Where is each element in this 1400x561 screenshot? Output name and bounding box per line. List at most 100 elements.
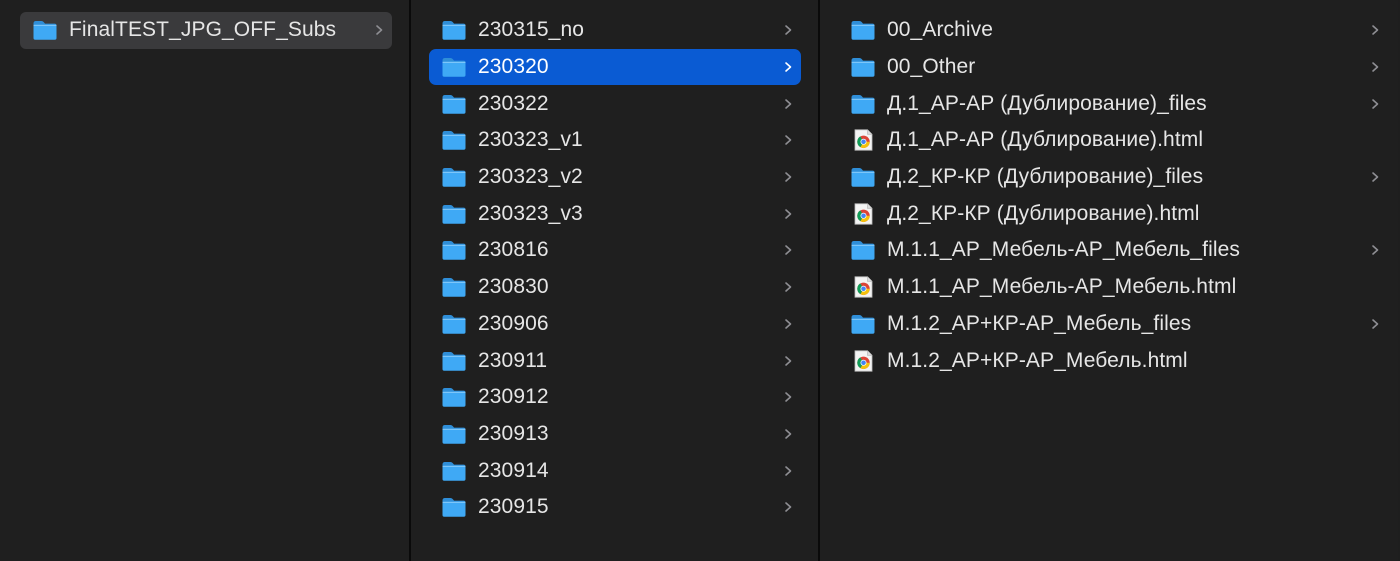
folder-row[interactable]: 230830 <box>429 269 801 306</box>
chevron-right-icon <box>781 207 795 221</box>
folder-icon <box>441 350 467 372</box>
folder-row[interactable]: 230915 <box>429 489 801 526</box>
folder-row[interactable]: 230315_no <box>429 12 801 49</box>
folder-row[interactable]: 230912 <box>429 379 801 416</box>
finder-column-view: FinalTEST_JPG_OFF_Subs 230315_no 230320 23… <box>0 0 1400 561</box>
folder-icon <box>441 460 467 482</box>
file-row[interactable]: М.1.1_АР_Мебель-АР_Мебель.html <box>838 269 1388 306</box>
item-label: 230913 <box>478 421 549 445</box>
chevron-right-icon <box>781 133 795 147</box>
column-2[interactable]: 230315_no 230320 230322 230323_v1 230323_v2 2… <box>411 0 820 561</box>
folder-row[interactable]: 230320 <box>429 48 801 86</box>
item-label: Д.1_АР-АР (Дублирование).html <box>887 128 1204 152</box>
chevron-right-icon <box>372 23 386 37</box>
folder-icon <box>850 56 876 78</box>
chevron-right-icon <box>781 427 795 441</box>
item-label: 00_Archive <box>887 18 994 42</box>
chevron-right-icon <box>781 23 795 37</box>
item-label: 230323_v1 <box>478 128 583 152</box>
file-row[interactable]: М.1.2_АР+КР-АР_Мебель.html <box>838 342 1388 379</box>
item-label: Д.1_АР-АР (Дублирование)_files <box>887 91 1207 115</box>
folder-icon <box>441 19 467 41</box>
folder-icon <box>850 93 876 115</box>
chevron-right-icon <box>1368 317 1382 331</box>
folder-row[interactable]: 230323_v3 <box>429 195 801 232</box>
chevron-right-icon <box>1368 23 1382 37</box>
folder-row[interactable]: FinalTEST_JPG_OFF_Subs <box>20 12 392 49</box>
chevron-right-icon <box>781 243 795 257</box>
column-1[interactable]: FinalTEST_JPG_OFF_Subs <box>0 0 411 561</box>
folder-row[interactable]: М.1.1_АР_Мебель-АР_Мебель_files <box>838 232 1388 269</box>
item-label: 00_Other <box>887 55 976 79</box>
item-label: М.1.2_АР+КР-АР_Мебель.html <box>887 348 1188 372</box>
folder-icon <box>441 56 467 78</box>
item-label: 230906 <box>478 311 549 335</box>
folder-icon <box>32 19 58 41</box>
chrome-html-file-icon <box>850 276 876 298</box>
file-row[interactable]: Д.2_КР-КР (Дублирование).html <box>838 195 1388 232</box>
column-3[interactable]: 00_Archive 00_Other Д.1_АР-АР (Дублировани… <box>820 0 1398 561</box>
chevron-right-icon <box>781 60 795 74</box>
chevron-right-icon <box>1368 243 1382 257</box>
folder-icon <box>441 313 467 335</box>
item-label: Д.2_КР-КР (Дублирование)_files <box>887 165 1204 189</box>
folder-row[interactable]: 00_Other <box>838 49 1388 86</box>
chevron-right-icon <box>781 500 795 514</box>
item-label: 230315_no <box>478 18 585 42</box>
folder-icon <box>441 129 467 151</box>
folder-icon <box>441 166 467 188</box>
folder-row[interactable]: Д.2_КР-КР (Дублирование)_files <box>838 159 1388 196</box>
item-label: Д.2_КР-КР (Дублирование).html <box>887 201 1200 225</box>
file-row[interactable]: Д.1_АР-АР (Дублирование).html <box>838 122 1388 159</box>
chrome-html-file-icon <box>850 129 876 152</box>
chrome-html-file-icon <box>850 203 876 225</box>
folder-row[interactable]: 230816 <box>429 232 801 269</box>
folder-icon <box>850 19 876 41</box>
folder-icon <box>441 276 467 298</box>
folder-icon <box>441 239 467 261</box>
folder-icon <box>441 386 467 408</box>
folder-icon <box>441 423 467 445</box>
item-label: 230915 <box>478 495 549 519</box>
chevron-right-icon <box>781 464 795 478</box>
folder-icon <box>441 203 467 225</box>
folder-row[interactable]: М.1.2_АР+КР-АР_Мебель_files <box>838 306 1388 343</box>
folder-icon <box>441 496 467 518</box>
folder-row[interactable]: 230914 <box>429 452 801 489</box>
chevron-right-icon <box>781 354 795 368</box>
folder-row[interactable]: 230323_v1 <box>429 122 801 159</box>
item-label: 230816 <box>478 238 549 262</box>
chevron-right-icon <box>781 280 795 294</box>
item-label: 230323_v2 <box>478 165 583 189</box>
item-label: 230912 <box>478 385 549 409</box>
chevron-right-icon <box>1368 170 1382 184</box>
item-label: FinalTEST_JPG_OFF_Subs <box>69 18 337 42</box>
folder-row[interactable]: 00_Archive <box>838 12 1388 49</box>
item-label: М.1.2_АР+КР-АР_Мебель_files <box>887 311 1192 335</box>
chevron-right-icon <box>1368 60 1382 74</box>
folder-icon <box>850 313 876 335</box>
folder-row[interactable]: Д.1_АР-АР (Дублирование)_files <box>838 85 1388 122</box>
item-label: 230914 <box>478 458 549 482</box>
item-label: 230322 <box>478 91 549 115</box>
folder-row[interactable]: 230911 <box>429 342 801 379</box>
item-label: 230830 <box>478 275 549 299</box>
chevron-right-icon <box>781 170 795 184</box>
folder-row[interactable]: 230906 <box>429 306 801 343</box>
chevron-right-icon <box>781 97 795 111</box>
folder-icon <box>850 166 876 188</box>
item-label: М.1.1_АР_Мебель-АР_Мебель_files <box>887 238 1240 262</box>
folder-icon <box>850 239 876 261</box>
folder-row[interactable]: 230322 <box>429 85 801 122</box>
chevron-right-icon <box>1368 97 1382 111</box>
folder-row[interactable]: 230323_v2 <box>429 159 801 196</box>
folder-row[interactable]: 230913 <box>429 416 801 453</box>
item-label: М.1.1_АР_Мебель-АР_Мебель.html <box>887 275 1237 299</box>
item-label: 230323_v3 <box>478 201 583 225</box>
chrome-html-file-icon <box>850 349 876 372</box>
chevron-right-icon <box>781 390 795 404</box>
folder-icon <box>441 93 467 115</box>
item-label: 230320 <box>478 55 549 79</box>
item-label: 230911 <box>478 348 548 372</box>
chevron-right-icon <box>781 317 795 331</box>
